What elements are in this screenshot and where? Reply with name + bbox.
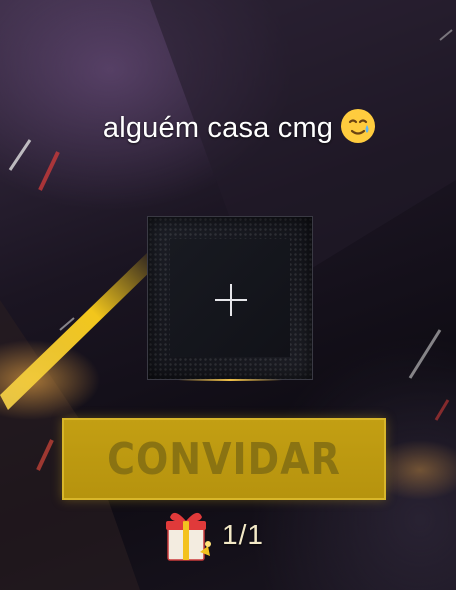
add-member-slot[interactable] bbox=[147, 216, 313, 381]
caption: alguém casa cmg bbox=[0, 109, 456, 145]
plus-icon-stroke bbox=[230, 284, 232, 316]
invite-button[interactable]: CONVIDAR bbox=[62, 418, 386, 500]
smiling-face-with-tear-icon bbox=[341, 109, 376, 144]
invite-button-label: CONVIDAR bbox=[107, 433, 341, 485]
reward-counter[interactable]: 1/1 bbox=[164, 505, 264, 565]
gift-icon bbox=[166, 512, 211, 561]
reward-count: 1/1 bbox=[222, 519, 264, 550]
caption-text: alguém casa cmg bbox=[102, 112, 334, 144]
